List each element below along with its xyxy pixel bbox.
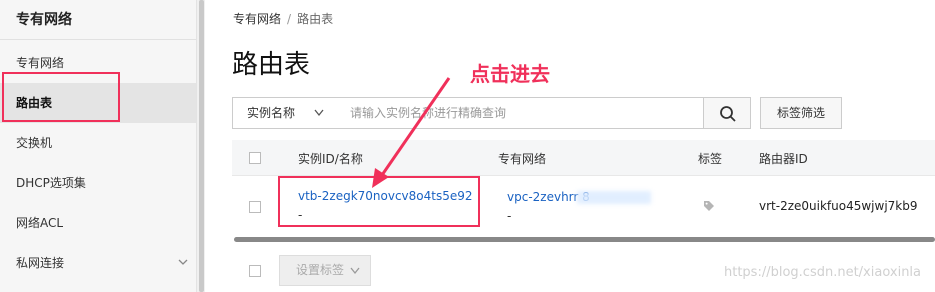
column-header-tags: 标签 [698,152,723,166]
annotation-highlight-instance [278,176,480,227]
search-field-select-value: 实例名称 [247,106,296,120]
sidebar: 专有网络 专有网络 路由表 交换机 DHCP选项集 网络ACL 私网连接 [0,0,197,292]
search-input[interactable]: 请输入实例名称进行精确查询 [334,97,704,129]
annotation-label: 点击进去 [470,62,550,86]
annotation-highlight-sidebar [2,72,120,122]
breadcrumb-separator: / [287,12,292,26]
sidebar-item-private-link[interactable]: 私网连接 [0,243,196,283]
sidebar-title: 专有网络 [16,12,72,28]
set-tag-button[interactable]: 设置标签 [279,255,371,286]
chevron-down-icon [314,109,324,117]
tag-filter-button[interactable]: 标签筛选 [760,97,842,129]
sidebar-item-label: 私网连接 [16,256,65,270]
breadcrumb: 专有网络 / 路由表 [233,10,333,27]
sidebar-item-dhcp-options[interactable]: DHCP选项集 [0,163,196,203]
sidebar-item-network-acl[interactable]: 网络ACL [0,203,196,243]
table-header: 实例ID/名称 专有网络 标签 路由器ID [232,140,935,176]
column-header-vpc: 专有网络 [498,152,547,166]
select-all-checkbox[interactable] [249,152,261,164]
row-checkbox[interactable] [249,201,261,213]
router-id: vrt-2ze0uikfuo45wjwj7kb9 [759,199,918,213]
column-header-instance: 实例ID/名称 [298,152,363,166]
table-horizontal-scrollbar[interactable] [234,237,935,242]
search-icon [720,106,736,122]
tag-icon[interactable] [703,200,715,212]
footer-select-all-checkbox[interactable] [249,265,261,277]
vpc-name: - [507,209,512,223]
search-field-select[interactable]: 实例名称 [232,97,335,129]
sidebar-scrollbar-thumb[interactable] [199,0,204,292]
page-title: 路由表 [232,50,311,80]
chevron-down-icon [178,259,188,265]
column-header-router-id: 路由器ID [759,152,808,166]
redaction-blur [577,191,651,204]
sidebar-divider [0,39,196,40]
set-tag-label: 设置标签 [296,263,345,277]
search-button[interactable] [703,97,751,129]
sidebar-item-vswitch[interactable]: 交换机 [0,123,196,163]
watermark: https://blog.csdn.net/xiaoxinla [724,265,922,280]
chevron-down-icon [350,267,360,274]
breadcrumb-current: 路由表 [297,12,334,26]
breadcrumb-parent[interactable]: 专有网络 [233,12,281,26]
